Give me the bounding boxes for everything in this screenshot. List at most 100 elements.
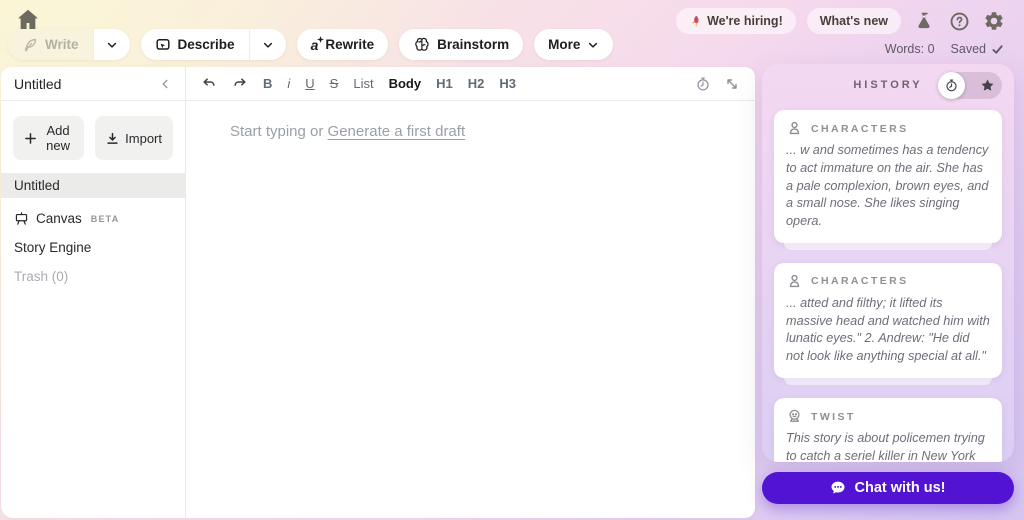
undo-button[interactable] <box>201 76 217 92</box>
gear-icon <box>983 10 1005 32</box>
describe-button[interactable]: Describe <box>141 29 249 60</box>
tools-toolbar: Write Describe a Rewrite Brainstorm More <box>8 29 614 60</box>
history-card[interactable]: CHARACTERS ... w and sometimes has a ten… <box>774 110 1002 243</box>
chevron-down-icon <box>262 39 274 51</box>
expand-icon <box>724 76 740 92</box>
beta-badge: BETA <box>90 213 120 224</box>
describe-split-button: Describe <box>140 29 286 60</box>
history-tab-button[interactable] <box>938 72 965 99</box>
sidebar-item-label: Trash (0) <box>14 269 69 284</box>
history-card[interactable]: TWIST This story is about policemen tryi… <box>774 398 1002 462</box>
history-card-text: ... w and sometimes has a tendency to ac… <box>786 143 989 229</box>
history-card-type: CHARACTERS <box>811 275 909 288</box>
history-panel: HISTORY CHARACTERS ... w and sometimes h… <box>762 64 1014 462</box>
history-card-text: This story is about policemen trying to … <box>786 431 985 462</box>
card-stack-peek <box>784 378 992 386</box>
write-label: Write <box>45 37 79 52</box>
download-icon <box>106 132 119 145</box>
saved-label: Saved <box>950 42 986 56</box>
star-icon <box>980 78 995 93</box>
document-title: Untitled <box>14 75 62 92</box>
import-label: Import <box>125 130 162 146</box>
plus-icon <box>24 132 37 145</box>
editor-placeholder: Start typing or <box>230 123 328 140</box>
add-new-label: Add new <box>46 123 70 153</box>
describe-label: Describe <box>177 37 235 52</box>
rewrite-label: Rewrite <box>325 37 375 52</box>
easel-icon <box>14 211 29 226</box>
write-split-button: Write <box>8 29 130 60</box>
h3-button[interactable]: H3 <box>499 76 516 91</box>
settings-button[interactable] <box>982 9 1006 33</box>
help-button[interactable] <box>947 9 971 33</box>
sidebar-item-label: Untitled <box>14 178 60 193</box>
rewrite-icon: a <box>311 35 325 53</box>
rewrite-button-pill: a Rewrite <box>296 29 389 60</box>
workspace-card: Untitled Add new Import Untitled Canvas … <box>1 67 755 518</box>
experiments-button[interactable] <box>912 9 936 33</box>
sidebar-item-untitled[interactable]: Untitled <box>1 173 185 198</box>
h1-button[interactable]: H1 <box>436 76 453 91</box>
history-clock-icon <box>695 76 711 92</box>
brain-icon <box>413 36 430 53</box>
body-style-button[interactable]: Body <box>389 76 422 91</box>
person-icon <box>786 120 803 137</box>
person-icon <box>786 273 803 290</box>
whats-new-badge[interactable]: What's new <box>806 8 901 34</box>
history-favorites-toggle <box>938 72 1002 99</box>
sidebar-item-label: Canvas <box>36 211 82 226</box>
topbar-right: We're hiring! What's new <box>676 8 1006 34</box>
card-stack-peek <box>784 242 992 250</box>
strikethrough-button[interactable]: S <box>330 76 339 91</box>
history-card-text: ... atted and filthy; it lifted its mass… <box>786 295 990 364</box>
import-button[interactable]: Import <box>95 116 173 160</box>
chevron-down-icon <box>587 39 599 51</box>
rocket-icon <box>689 15 701 27</box>
sidebar: Untitled Add new Import Untitled Canvas … <box>1 67 186 518</box>
editor-toolbar: B i U S List Body H1 H2 H3 <box>186 67 755 101</box>
h2-button[interactable]: H2 <box>468 76 485 91</box>
chevron-down-icon <box>106 39 118 51</box>
collapse-sidebar-button[interactable] <box>158 77 172 91</box>
describe-icon <box>155 37 171 53</box>
whats-new-label: What's new <box>819 14 888 28</box>
saved-check-icon <box>991 43 1004 56</box>
sidebar-item-trash[interactable]: Trash (0) <box>1 264 185 289</box>
generate-first-draft-link[interactable]: Generate a first draft <box>328 123 466 140</box>
sidebar-item-canvas[interactable]: Canvas BETA <box>1 206 185 231</box>
brainstorm-label: Brainstorm <box>437 37 510 52</box>
italic-button[interactable]: i <box>287 76 290 91</box>
version-history-button[interactable] <box>695 76 711 92</box>
word-count: Words: 0 <box>884 42 935 56</box>
write-dropdown-chevron[interactable] <box>92 29 130 60</box>
more-button-pill: More <box>534 29 614 60</box>
favorites-tab-button[interactable] <box>980 78 995 93</box>
hiring-badge-label: We're hiring! <box>707 14 783 28</box>
more-button[interactable]: More <box>534 29 613 60</box>
redo-button[interactable] <box>232 76 248 92</box>
document-status: Words: 0 Saved <box>885 42 1004 56</box>
underline-button[interactable]: U <box>305 76 314 91</box>
rewrite-button[interactable]: a Rewrite <box>297 29 389 60</box>
chat-with-us-button[interactable]: Chat with us! <box>762 472 1014 504</box>
expand-editor-button[interactable] <box>724 76 740 92</box>
history-card[interactable]: CHARACTERS ... atted and filthy; it lift… <box>774 262 1002 379</box>
brainstorm-button-pill: Brainstorm <box>399 29 524 60</box>
write-button[interactable]: Write <box>8 29 93 60</box>
chat-bubble-icon <box>830 480 846 496</box>
sidebar-item-story-engine[interactable]: Story Engine <box>1 235 185 260</box>
brainstorm-button[interactable]: Brainstorm <box>399 29 523 60</box>
clock-icon <box>944 78 959 93</box>
editor: B i U S List Body H1 H2 H3 Start typing … <box>186 67 755 518</box>
sidebar-item-label: Story Engine <box>14 240 92 255</box>
history-card-type: CHARACTERS <box>811 122 909 135</box>
list-button[interactable]: List <box>353 76 373 91</box>
editor-content[interactable]: Start typing or Generate a first draft <box>186 101 755 140</box>
help-icon <box>949 11 970 32</box>
describe-dropdown-chevron[interactable] <box>248 29 286 60</box>
more-label: More <box>548 37 581 52</box>
hiring-badge[interactable]: We're hiring! <box>676 8 796 34</box>
chat-button-label: Chat with us! <box>854 480 946 496</box>
bold-button[interactable]: B <box>263 76 272 91</box>
add-new-button[interactable]: Add new <box>13 116 85 160</box>
